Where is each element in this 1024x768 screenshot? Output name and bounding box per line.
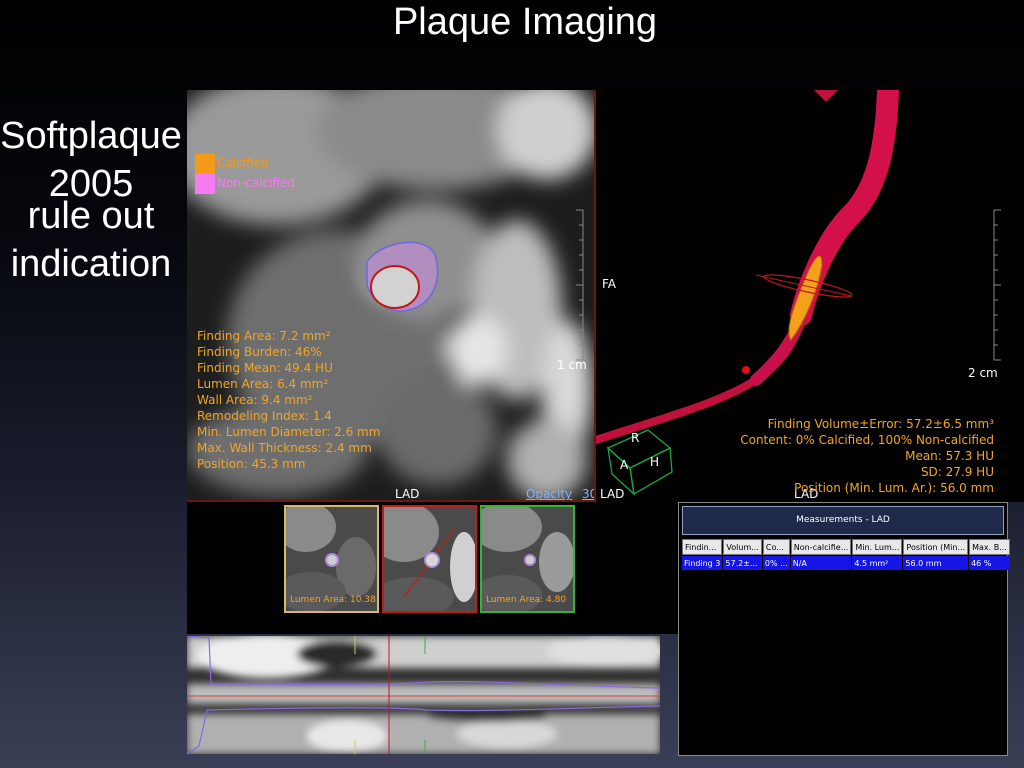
column-header[interactable]: Findin... bbox=[682, 539, 723, 555]
measurement-line: Lumen Area: 6.4 mm² bbox=[197, 377, 329, 391]
opacity-control[interactable]: Opacity 30 bbox=[526, 487, 594, 500]
column-header[interactable]: Co... bbox=[762, 539, 790, 555]
orientation-cube bbox=[606, 429, 673, 496]
longitudinal-image bbox=[187, 636, 660, 754]
vessel-label-lad-left: LAD bbox=[600, 487, 625, 501]
side-text-rule-out: rule out indication bbox=[10, 195, 172, 285]
legend-swatch-calcified bbox=[195, 154, 215, 174]
cube-label-h: H bbox=[650, 455, 660, 469]
volume-info-line: Mean: 57.3 HU bbox=[905, 449, 994, 463]
column-header[interactable]: Position (Min... bbox=[903, 539, 969, 555]
measurement-line: Finding Area: 7.2 mm² bbox=[197, 329, 331, 343]
scale-label-1cm: 1 cm bbox=[557, 358, 587, 372]
column-header[interactable]: Non-calcifie... bbox=[790, 539, 852, 555]
longitudinal-view[interactable] bbox=[187, 636, 660, 754]
measurement-line: Finding Burden: 46% bbox=[197, 345, 322, 359]
scale-label-2cm: 2 cm bbox=[968, 366, 998, 380]
table-cell: Finding 3 bbox=[682, 556, 723, 570]
slide-title: Plaque Imaging bbox=[392, 1, 658, 43]
table-header-row: Findin... Volum... Co... Non-calcifie...… bbox=[682, 539, 1010, 555]
measurements-title: Measurements - LAD bbox=[682, 506, 1004, 535]
thumbnail-distal[interactable]: Lumen Area: 4.80 bbox=[480, 505, 575, 613]
volume-info-line: SD: 27.9 HU bbox=[920, 465, 994, 479]
table-cell: 56.0 mm bbox=[903, 556, 969, 570]
table-cell: 4.5 mm² bbox=[852, 556, 903, 570]
finding-volume-info: Finding Volume±Error: 57.2±6.5 mm³ Conte… bbox=[740, 416, 994, 496]
measurement-line: Finding Mean: 49.4 HU bbox=[197, 361, 333, 375]
measurement-line: Wall Area: 9.4 mm² bbox=[197, 393, 313, 407]
cross-section-thumbnails: Lumen Area: 10.38 Lumen Area: 4.80 bbox=[187, 502, 680, 634]
volume-render-viewport[interactable]: FA 2 cm R A H LAD LAD Finding Volume±Err… bbox=[596, 90, 1024, 502]
thumbnail-current[interactable] bbox=[382, 505, 477, 613]
table-cell: 57.2±... bbox=[723, 556, 762, 570]
orientation-label-fa: FA bbox=[602, 277, 617, 291]
measurements-panel: Measurements - LAD Findin... Volum... Co… bbox=[678, 502, 1011, 756]
column-header[interactable]: Max. B... bbox=[969, 539, 1010, 555]
cube-label-a: A bbox=[620, 458, 629, 472]
finding-measurements: Finding Area: 7.2 mm² Finding Burden: 46… bbox=[197, 328, 380, 472]
measurement-line: Remodeling Index: 1.4 bbox=[197, 409, 332, 423]
volume-info-line: Finding Volume±Error: 57.2±6.5 mm³ bbox=[767, 417, 994, 431]
side-text: Softplaque 2005 rule out indication bbox=[0, 112, 182, 288]
column-header[interactable]: Min. Lum... bbox=[852, 539, 903, 555]
thumbnail-proximal[interactable]: Lumen Area: 10.38 bbox=[284, 505, 379, 613]
table-cell: N/A bbox=[790, 556, 852, 570]
measurement-line: Position: 45.3 mm bbox=[197, 457, 306, 471]
cube-label-r: R bbox=[631, 431, 640, 445]
legend-swatch-non-calcified bbox=[195, 174, 215, 194]
volume-info-line: Content: 0% Calcified, 100% Non-calcifie… bbox=[740, 433, 994, 447]
vessel-label-lad: LAD bbox=[395, 487, 420, 501]
measurement-line: Max. Wall Thickness: 2.4 mm bbox=[197, 441, 372, 455]
measurement-line: Min. Lumen Diameter: 2.6 mm bbox=[197, 425, 381, 439]
legend-label-calcified: Calcified bbox=[217, 156, 269, 170]
volume-info-line: Position (Min. Lum. Ar.): 56.0 mm bbox=[794, 481, 994, 495]
cross-section-viewport[interactable]: Calcified Non-calcified Finding Area: 7.… bbox=[187, 90, 596, 502]
opacity-value[interactable]: 30 bbox=[582, 487, 594, 500]
thumbnail-caption: Lumen Area: 10.38 bbox=[290, 595, 376, 605]
thumbnail-caption: Lumen Area: 4.80 bbox=[486, 595, 567, 605]
table-row[interactable]: Finding 3 57.2±... 0% ... N/A 4.5 mm² 56… bbox=[682, 556, 1010, 570]
legend-label-non-calcified: Non-calcified bbox=[217, 176, 296, 190]
column-header[interactable]: Volum... bbox=[723, 539, 762, 555]
table-cell: 46 % bbox=[969, 556, 1010, 570]
table-cell: 0% ... bbox=[762, 556, 790, 570]
measurements-table: Findin... Volum... Co... Non-calcifie...… bbox=[681, 538, 1011, 571]
opacity-label[interactable]: Opacity bbox=[526, 487, 572, 500]
